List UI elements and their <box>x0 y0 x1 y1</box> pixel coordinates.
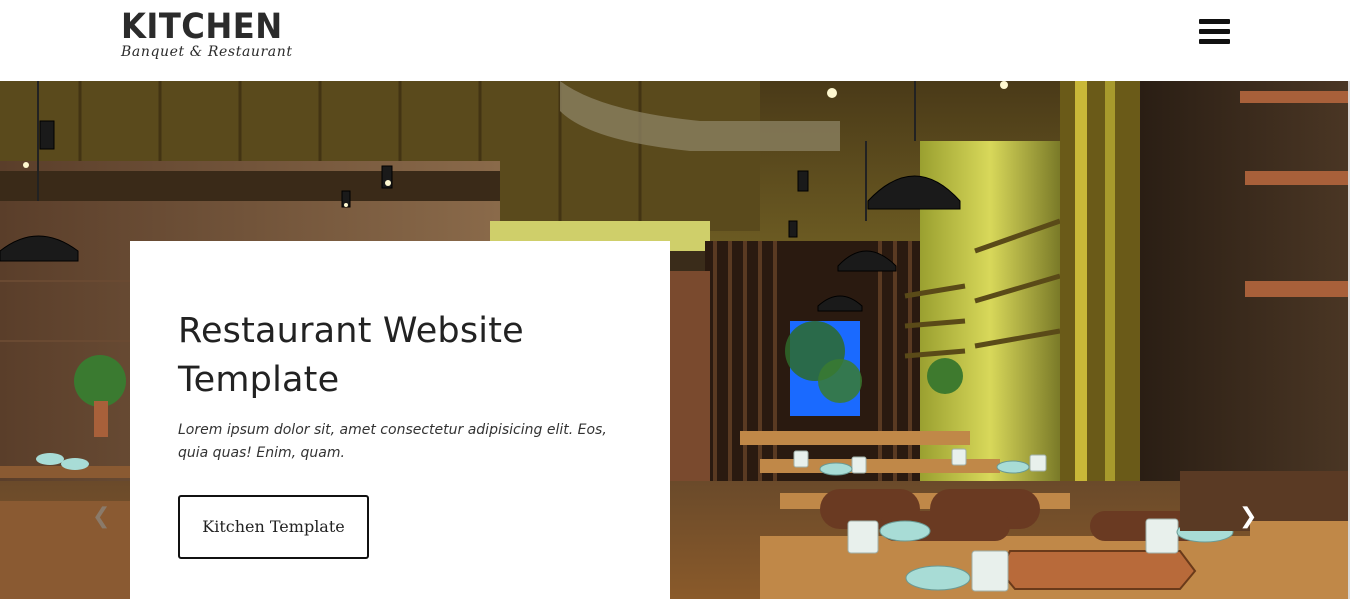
hamburger-bar <box>1199 29 1230 34</box>
carousel-prev-icon[interactable]: ❮ <box>92 506 110 528</box>
kitchen-template-button[interactable]: Kitchen Template <box>178 495 369 559</box>
site-logo[interactable]: KITCHEN Banquet & Restaurant <box>121 8 297 59</box>
hero-card: Restaurant Website Template Lorem ipsum … <box>130 241 670 599</box>
hero-description: Lorem ipsum dolor sit, amet consectetur … <box>178 422 607 461</box>
logo-subtitle: Banquet & Restaurant <box>121 44 293 60</box>
hamburger-bar <box>1199 19 1230 24</box>
hero-title: Restaurant Website Template <box>178 311 524 400</box>
site-header: KITCHEN Banquet & Restaurant <box>0 0 1350 81</box>
carousel-next-icon[interactable]: ❯ <box>1239 506 1257 528</box>
hamburger-menu-icon[interactable] <box>1199 19 1230 45</box>
hamburger-bar <box>1199 39 1230 44</box>
logo-title: KITCHEN <box>121 7 283 47</box>
